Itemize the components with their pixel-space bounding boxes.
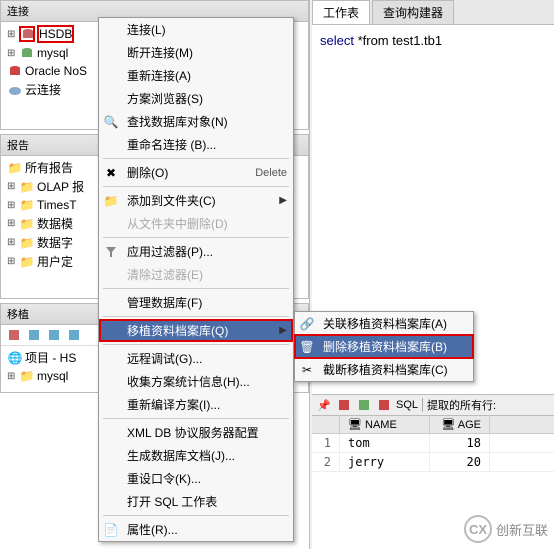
database-icon: 📁 [19, 368, 35, 384]
folder-icon: 📁 [19, 197, 35, 213]
right-panel: 工作表 查询构建器 select *from test1.tb1 📌 SQL 提… [312, 0, 554, 549]
watermark-text: 创新互联 [496, 520, 548, 539]
properties-icon: 📄 [103, 522, 119, 538]
menu-separator [103, 418, 289, 419]
menu-clear-filter: 清除过滤器(E) [99, 263, 293, 286]
menu-find-db-object[interactable]: 🔍查找数据库对象(N) [99, 110, 293, 133]
context-menu: 连接(L) 断开连接(M) 重新连接(A) 方案浏览器(S) 🔍查找数据库对象(… [98, 17, 294, 542]
conn-label: mysql [37, 46, 68, 60]
search-icon: 🔍 [103, 114, 119, 130]
delete-db-icon: 🗑 [299, 339, 315, 355]
menu-properties[interactable]: 📄属性(R)... [99, 518, 293, 541]
tool-icon-4[interactable] [67, 328, 81, 342]
grid-col-name[interactable]: 🖥 NAME [340, 416, 430, 433]
folder-icon: 📁 [19, 216, 35, 232]
grid-row[interactable]: 2 jerry 20 [312, 453, 554, 472]
submenu-arrow-icon: ▶ [279, 325, 287, 336]
link-icon: 🔗 [299, 316, 315, 332]
menu-gather-stats[interactable]: 收集方案统计信息(H)... [99, 370, 293, 393]
tool-icon-2[interactable] [27, 328, 41, 342]
conn-label: Oracle NoS [25, 64, 87, 78]
menu-separator [103, 158, 289, 159]
database-icon [19, 26, 35, 42]
folder-icon: 📁 [19, 179, 35, 195]
menu-apply-filter[interactable]: 应用过滤器(P)... [99, 240, 293, 263]
folder-icon: 📁 [7, 160, 23, 176]
tab-worksheet[interactable]: 工作表 [312, 0, 370, 24]
folder-icon: 📁 [19, 254, 35, 270]
project-icon: 🌐 [7, 350, 23, 366]
delete-icon: ✖ [103, 165, 119, 181]
menu-rename-conn[interactable]: 重命名连接 (B)... [99, 133, 293, 156]
folder-icon: 📁 [19, 235, 35, 251]
submenu-associate[interactable]: 🔗关联移植资料档案库(A) [295, 312, 473, 335]
database-icon [7, 63, 23, 79]
db-icon[interactable] [356, 397, 372, 413]
truncate-icon: ✂ [299, 362, 315, 378]
fetch-hint: 提取的所有行: [427, 397, 496, 413]
conn-label: 云连接 [25, 81, 61, 98]
menu-separator [103, 237, 289, 238]
tab-query-builder[interactable]: 查询构建器 [372, 0, 454, 24]
editor-tabs: 工作表 查询构建器 [312, 0, 554, 25]
submenu-arrow-icon: ▶ [279, 195, 287, 206]
sql-label: SQL [396, 399, 418, 411]
menu-separator [103, 186, 289, 187]
results-grid: 🖥 NAME 🖥 AGE 1 tom 18 2 jerry 20 [312, 416, 554, 472]
menu-reconnect[interactable]: 重新连接(A) [99, 64, 293, 87]
expand-icon[interactable]: ⊞ [7, 48, 19, 59]
stop-icon[interactable] [376, 397, 392, 413]
menu-open-sql[interactable]: 打开 SQL 工作表 [99, 490, 293, 513]
menu-xmldb[interactable]: XML DB 协议服务器配置 [99, 421, 293, 444]
menu-separator [103, 515, 289, 516]
grid-row[interactable]: 1 tom 18 [312, 434, 554, 453]
watermark: CX 创新互联 [464, 515, 548, 543]
menu-delete[interactable]: ✖删除(O)Delete [99, 161, 293, 184]
tool-icon-3[interactable] [47, 328, 61, 342]
logo-icon: CX [464, 515, 492, 543]
menu-remove-from-folder: 从文件夹中删除(D) [99, 212, 293, 235]
menu-separator [103, 344, 289, 345]
grid-col-rownum[interactable] [312, 416, 340, 433]
expand-icon[interactable]: ⊞ [7, 29, 19, 40]
menu-separator [103, 316, 289, 317]
cloud-icon [7, 82, 23, 98]
grid-header: 🖥 NAME 🖥 AGE [312, 416, 554, 434]
sql-text: *from test1.tb1 [354, 33, 442, 48]
database-icon [19, 45, 35, 61]
conn-label: HSDB [37, 25, 74, 43]
menu-separator [103, 288, 289, 289]
submenu-truncate[interactable]: ✂截断移植资料档案库(C) [295, 358, 473, 381]
pin-icon[interactable]: 📌 [316, 397, 332, 413]
refresh-icon[interactable] [336, 397, 352, 413]
menu-add-to-folder[interactable]: 📁添加到文件夹(C)▶ [99, 189, 293, 212]
menu-recompile[interactable]: 重新编译方案(I)... [99, 393, 293, 416]
menu-remote-debug[interactable]: 远程调试(G)... [99, 347, 293, 370]
menu-manage-db[interactable]: 管理数据库(F) [99, 291, 293, 314]
filter-icon [103, 244, 119, 260]
migration-submenu: 🔗关联移植资料档案库(A) 🗑删除移植资料档案库(B) ✂截断移植资料档案库(C… [294, 311, 474, 382]
menu-reset-pwd[interactable]: 重设口令(K)... [99, 467, 293, 490]
menu-disconnect[interactable]: 断开连接(M) [99, 41, 293, 64]
menu-migration-repo[interactable]: 移植资料档案库(Q)▶ [99, 319, 293, 342]
grid-col-age[interactable]: 🖥 AGE [430, 416, 490, 433]
sql-keyword: select [320, 33, 354, 48]
menu-connect[interactable]: 连接(L) [99, 18, 293, 41]
results-toolbar: 📌 SQL 提取的所有行: [312, 395, 554, 416]
folder-add-icon: 📁 [103, 193, 119, 209]
menu-gen-doc[interactable]: 生成数据库文档(J)... [99, 444, 293, 467]
menu-schema-browser[interactable]: 方案浏览器(S) [99, 87, 293, 110]
tool-icon-1[interactable] [7, 328, 21, 342]
submenu-delete-repo[interactable]: 🗑删除移植资料档案库(B) [295, 335, 473, 358]
